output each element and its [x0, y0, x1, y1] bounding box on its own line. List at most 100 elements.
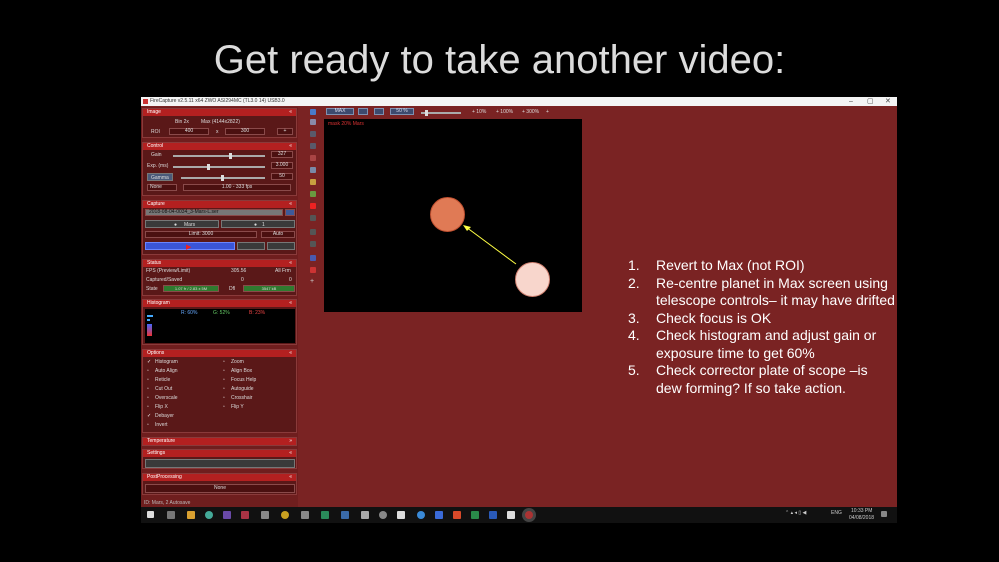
stop-button[interactable]: [267, 242, 295, 250]
app-icon[interactable]: [341, 511, 349, 519]
zoom-preset-1[interactable]: + 10%: [472, 109, 486, 115]
folder-icon[interactable]: [285, 209, 295, 216]
focus-icon[interactable]: [310, 229, 316, 235]
word-icon[interactable]: [489, 511, 497, 519]
task-view-icon[interactable]: [167, 511, 175, 519]
app-icon[interactable]: [301, 511, 309, 519]
option-checkbox[interactable]: ▫ Align Box: [223, 368, 252, 374]
lock-icon[interactable]: [310, 143, 316, 149]
pause-button[interactable]: [237, 242, 265, 250]
app-icon[interactable]: [241, 511, 249, 519]
collapse-icon[interactable]: «: [289, 350, 292, 357]
collapse-icon[interactable]: «: [289, 300, 292, 307]
option-checkbox[interactable]: ▫ Focus Help: [223, 377, 256, 383]
notification-icon[interactable]: [881, 511, 887, 517]
filter-button[interactable]: ● Mars: [145, 220, 219, 228]
checkbox-icon[interactable]: ▫: [223, 404, 228, 410]
gamma-value[interactable]: 50: [271, 173, 293, 180]
image-icon[interactable]: [358, 108, 368, 115]
option-checkbox[interactable]: ▫ Invert: [147, 422, 168, 428]
option-checkbox[interactable]: ▫ Flip Y: [223, 404, 244, 410]
exposure-slider-knob[interactable]: [207, 164, 210, 170]
collapse-icon[interactable]: «: [289, 201, 292, 208]
checkbox-icon[interactable]: ▫: [223, 359, 228, 365]
bin-option[interactable]: Bin 2x: [175, 119, 189, 125]
checkbox-icon[interactable]: ▫: [147, 422, 152, 428]
limit-field[interactable]: Limit: 3000: [145, 231, 257, 238]
app-icon[interactable]: [397, 511, 405, 519]
profile-icon[interactable]: [310, 109, 316, 115]
app-icon[interactable]: [435, 511, 443, 519]
excel-icon[interactable]: [471, 511, 479, 519]
mode-select[interactable]: None: [147, 184, 177, 191]
stop-icon[interactable]: [310, 215, 316, 221]
file-explorer-icon[interactable]: [187, 511, 195, 519]
globe-icon[interactable]: [310, 191, 316, 197]
checkbox-icon[interactable]: ▫: [147, 377, 152, 383]
collapse-icon[interactable]: «: [289, 109, 292, 116]
option-checkbox[interactable]: ▫ Autoguide: [223, 386, 254, 392]
checkbox-icon[interactable]: ▫: [223, 386, 228, 392]
crosshair-icon[interactable]: [310, 241, 316, 247]
close-button[interactable]: ✕: [885, 97, 891, 106]
option-checkbox[interactable]: ▫ Zoom: [223, 359, 244, 365]
powerpoint-icon[interactable]: [453, 511, 461, 519]
clock-time[interactable]: 10:33 PM: [851, 508, 872, 514]
app-icon[interactable]: [417, 511, 425, 519]
camera-preview[interactable]: mask 20% Mars: [324, 119, 582, 312]
auto-button[interactable]: Auto: [261, 231, 295, 238]
folder-icon[interactable]: [310, 179, 316, 185]
option-checkbox[interactable]: ▫ Overscale: [147, 395, 178, 401]
checkbox-icon[interactable]: ▫: [223, 377, 228, 383]
checkbox-icon[interactable]: ▫: [223, 395, 228, 401]
gamma-slider-knob[interactable]: [221, 175, 224, 181]
tray-icons[interactable]: ⌃ ▴ ◂ ▯ ◀: [785, 510, 806, 516]
exposure-value[interactable]: 3.000: [271, 162, 293, 169]
expand-icon[interactable]: »: [289, 438, 292, 445]
temperature-panel[interactable]: Temperature »: [142, 437, 297, 446]
language-indicator[interactable]: ENG: [831, 510, 842, 516]
app-icon[interactable]: [321, 511, 329, 519]
app-icon[interactable]: [281, 511, 289, 519]
option-checkbox[interactable]: ✓ Debayer: [147, 413, 174, 419]
zoom-preset-3[interactable]: + 300%: [522, 109, 539, 115]
fit-icon[interactable]: [374, 108, 384, 115]
option-checkbox[interactable]: ▫ Crosshair: [223, 395, 252, 401]
checkbox-icon[interactable]: ✓: [147, 359, 152, 365]
checkbox-icon[interactable]: ▫: [147, 368, 152, 374]
target-icon[interactable]: [310, 155, 316, 161]
option-checkbox[interactable]: ▫ Flip X: [147, 404, 168, 410]
collapse-icon[interactable]: «: [289, 143, 292, 150]
checkbox-icon[interactable]: ▫: [223, 368, 228, 374]
exposure-slider[interactable]: [173, 164, 265, 170]
chrome-icon[interactable]: [205, 511, 213, 519]
checkbox-icon[interactable]: ▫: [147, 404, 152, 410]
zoom-preset-2[interactable]: + 100%: [496, 109, 513, 115]
roi-menu-button[interactable]: +: [277, 128, 293, 135]
gain-value[interactable]: 327: [271, 151, 293, 158]
collapse-icon[interactable]: «: [289, 260, 292, 267]
postprocessing-select[interactable]: None: [145, 484, 295, 493]
windows-start-icon[interactable]: [147, 511, 154, 518]
checkbox-icon[interactable]: ▫: [147, 395, 152, 401]
app-icon[interactable]: [361, 511, 369, 519]
gain-slider[interactable]: [173, 153, 265, 159]
gain-slider-knob[interactable]: [229, 153, 232, 159]
roi-height-field[interactable]: 300: [225, 128, 265, 135]
collapse-icon[interactable]: «: [289, 474, 292, 481]
chart-icon[interactable]: [310, 167, 316, 173]
max-button[interactable]: MAX: [326, 108, 354, 115]
option-checkbox[interactable]: ▫ Reticle: [147, 377, 170, 383]
max-option[interactable]: Max (4144x2822): [201, 119, 240, 125]
count-button[interactable]: ● 1: [221, 220, 295, 228]
option-checkbox[interactable]: ▫ Auto Align: [147, 368, 178, 374]
clock-date[interactable]: 04/08/2018: [849, 515, 874, 521]
roi-width-field[interactable]: 400: [169, 128, 209, 135]
gamma-slider[interactable]: [181, 175, 265, 181]
gamma-button[interactable]: Gamma: [147, 173, 173, 181]
minimize-button[interactable]: –: [849, 97, 853, 106]
zoom-slider-knob[interactable]: [425, 110, 428, 116]
zoom-slider[interactable]: [421, 110, 461, 116]
app-icon[interactable]: [379, 511, 387, 519]
add-icon[interactable]: +: [310, 278, 316, 285]
